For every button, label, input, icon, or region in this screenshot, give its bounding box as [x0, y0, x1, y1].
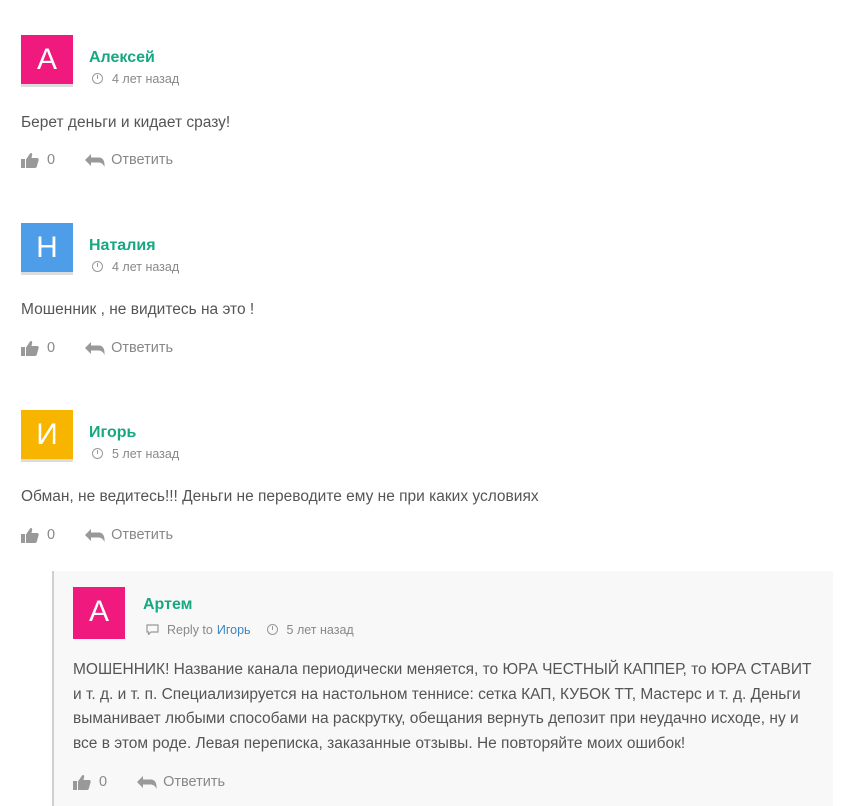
reply-button[interactable]: Ответить — [163, 774, 225, 790]
like-count: 0 — [99, 774, 108, 791]
thumbs-up-icon[interactable] — [21, 340, 39, 357]
thumbs-up-icon[interactable] — [73, 774, 91, 791]
thumbs-up-icon[interactable] — [21, 527, 39, 544]
comment-time: 5 лет назад — [286, 623, 354, 637]
thumbs-up-icon[interactable] — [21, 152, 39, 169]
comment-meta: 4 лет назад — [92, 260, 179, 274]
clock-icon — [92, 448, 103, 459]
reply-to-link[interactable]: Игорь — [217, 623, 251, 637]
like-count: 0 — [47, 527, 56, 544]
reply-button[interactable]: Ответить — [111, 152, 173, 168]
comment-actions: 0 Ответить — [21, 340, 173, 357]
comment-meta: 5 лет назад — [92, 447, 179, 461]
comment-time: 4 лет назад — [112, 260, 180, 274]
reply-arrow-icon[interactable] — [85, 152, 105, 168]
comment-time: 5 лет назад — [112, 447, 180, 461]
comment: Н Наталия 4 лет назад Мошенник , не види… — [21, 223, 833, 368]
reply-to-label: Reply to — [167, 623, 213, 637]
comment-time: 4 лет назад — [112, 72, 180, 86]
like-count: 0 — [47, 340, 56, 357]
comment-author: Наталия — [89, 237, 156, 254]
clock-icon — [92, 261, 103, 272]
reply-arrow-icon[interactable] — [85, 527, 105, 543]
comment-meta: Reply to Игорь 5 лет назад — [146, 623, 354, 637]
nested-reply: А Артем Reply to Игорь 5 лет назад МОШЕННИ… — [52, 571, 833, 806]
comment-author: Алексей — [89, 49, 155, 66]
comment-actions: 0 Ответить — [73, 774, 225, 791]
comment-author: Игорь — [89, 424, 137, 441]
avatar: А — [21, 35, 73, 87]
chat-bubble-icon — [146, 624, 159, 636]
clock-icon — [266, 624, 278, 635]
comment-text: Мошенник , не видитесь на это ! — [21, 301, 255, 318]
clock-icon — [92, 73, 103, 84]
avatar: Н — [21, 223, 73, 275]
reply-arrow-icon[interactable] — [137, 774, 157, 790]
comment-author: Артем — [143, 596, 193, 613]
comment: И Игорь 5 лет назад Обман, не ведитесь!!… — [21, 410, 833, 555]
comment-meta: 4 лет назад — [92, 72, 179, 86]
comment-text: Обман, не ведитесь!!! Деньги не переводи… — [21, 488, 539, 505]
like-count: 0 — [47, 152, 56, 169]
comment: А Алексей 4 лет назад Берет деньги и кид… — [21, 35, 833, 180]
reply-button[interactable]: Ответить — [111, 340, 173, 356]
comment-text: Берет деньги и кидает сразу! — [21, 114, 231, 131]
reply-arrow-icon[interactable] — [85, 340, 105, 356]
comment-actions: 0 Ответить — [21, 152, 173, 169]
avatar: А — [73, 587, 125, 639]
comment-actions: 0 Ответить — [21, 527, 173, 544]
avatar: И — [21, 410, 73, 462]
reply-button[interactable]: Ответить — [111, 527, 173, 543]
comment-text: МОШЕННИК! Название канала периодически м… — [73, 661, 812, 752]
